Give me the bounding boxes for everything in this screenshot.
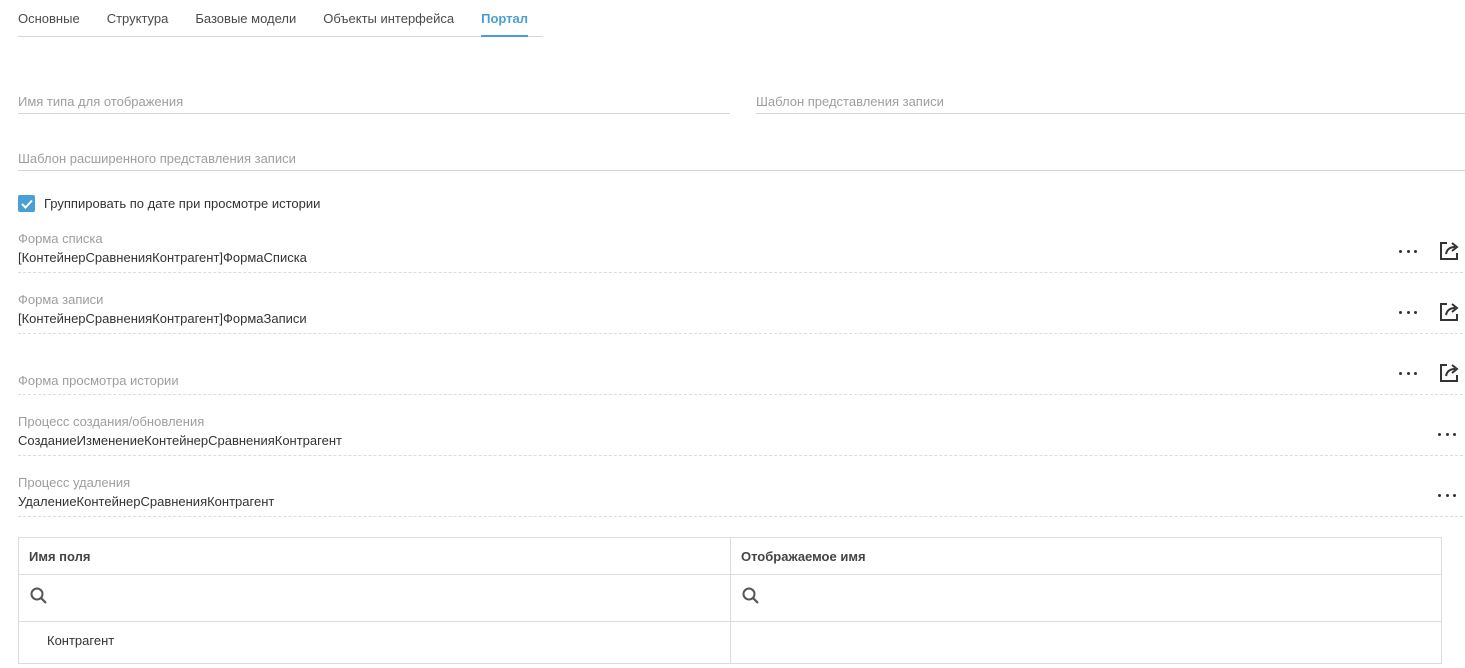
record-template-field[interactable]: Шаблон представления записи bbox=[756, 90, 1465, 114]
table-row[interactable]: Контрагент bbox=[19, 622, 1441, 664]
tab-bar: Основные Структура Базовые модели Объект… bbox=[18, 0, 543, 37]
tab-interface-objects[interactable]: Объекты интерфейса bbox=[323, 0, 454, 37]
list-form-more-button[interactable] bbox=[1397, 243, 1419, 259]
fields-grid: Имя поля Отображаемое имя Контрагент bbox=[18, 537, 1442, 664]
extended-record-template-field[interactable]: Шаблон расширенного представления записи bbox=[18, 147, 1465, 171]
field-name-filter-input[interactable] bbox=[19, 575, 731, 621]
list-form-value[interactable]: [КонтейнерСравненияКонтрагент]ФормаСписк… bbox=[18, 250, 307, 265]
create-update-process-more-button[interactable] bbox=[1436, 426, 1458, 442]
group-by-date-checkbox[interactable] bbox=[18, 195, 35, 212]
column-header-display-name[interactable]: Отображаемое имя bbox=[731, 538, 1441, 574]
record-form-value[interactable]: [КонтейнерСравненияКонтрагент]ФормаЗапис… bbox=[18, 311, 307, 326]
column-header-field-name[interactable]: Имя поля bbox=[19, 538, 731, 574]
tab-structure[interactable]: Структура bbox=[107, 0, 169, 37]
tab-portal[interactable]: Портал bbox=[481, 0, 529, 37]
history-form-label: Форма просмотра истории bbox=[18, 373, 179, 388]
display-type-name-field[interactable]: Имя типа для отображения bbox=[18, 90, 730, 114]
record-form-label: Форма записи bbox=[18, 292, 104, 307]
list-form-open-icon[interactable] bbox=[1438, 240, 1460, 262]
group-by-date-label: Группировать по дате при просмотре истор… bbox=[44, 196, 321, 211]
record-template-placeholder: Шаблон представления записи bbox=[756, 94, 944, 109]
history-form-open-icon[interactable] bbox=[1438, 362, 1460, 384]
record-form-more-button[interactable] bbox=[1397, 304, 1419, 320]
extended-record-template-placeholder: Шаблон расширенного представления записи bbox=[18, 151, 296, 166]
delete-process-value[interactable]: УдалениеКонтейнерСравненияКонтрагент bbox=[18, 494, 274, 509]
display-type-name-placeholder: Имя типа для отображения bbox=[18, 94, 184, 109]
grid-header-row: Имя поля Отображаемое имя bbox=[19, 538, 1441, 575]
tab-base-models[interactable]: Базовые модели bbox=[195, 0, 296, 37]
display-name-filter-input[interactable] bbox=[731, 575, 1441, 621]
delete-process-label: Процесс удаления bbox=[18, 475, 131, 490]
list-form-field: Форма списка [КонтейнерСравненияКонтраге… bbox=[18, 221, 1463, 273]
create-update-process-value[interactable]: СозданиеИзменениеКонтейнерСравненияКонтр… bbox=[18, 433, 342, 448]
display-name-cell[interactable] bbox=[731, 622, 1441, 663]
search-icon bbox=[742, 587, 759, 604]
create-update-process-label: Процесс создания/обновления bbox=[18, 414, 205, 429]
history-form-more-button[interactable] bbox=[1397, 365, 1419, 381]
delete-process-field: Процесс удаления УдалениеКонтейнерСравне… bbox=[18, 465, 1463, 517]
field-name-cell[interactable]: Контрагент bbox=[19, 622, 731, 663]
history-form-field: Форма просмотра истории bbox=[18, 343, 1463, 395]
delete-process-more-button[interactable] bbox=[1436, 487, 1458, 503]
list-form-label: Форма списка bbox=[18, 231, 103, 246]
create-update-process-field: Процесс создания/обновления СозданиеИзме… bbox=[18, 404, 1463, 456]
search-icon bbox=[30, 587, 47, 604]
record-form-field: Форма записи [КонтейнерСравненияКонтраге… bbox=[18, 282, 1463, 334]
grid-filter-row bbox=[19, 575, 1441, 622]
checkmark-icon bbox=[20, 199, 33, 209]
group-by-date-toggle[interactable]: Группировать по дате при просмотре истор… bbox=[18, 195, 320, 212]
record-form-open-icon[interactable] bbox=[1438, 301, 1460, 323]
tab-general[interactable]: Основные bbox=[18, 0, 80, 37]
